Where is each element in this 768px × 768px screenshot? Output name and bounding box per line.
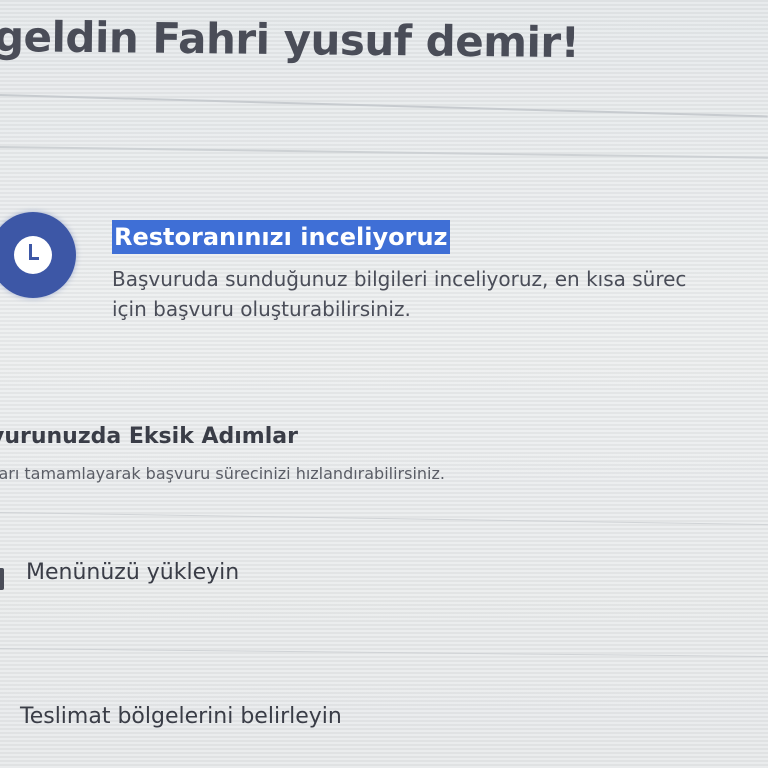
- missing-steps-description: ları tamamlayarak başvuru sürecinizi hız…: [0, 464, 445, 483]
- clock-hands: [29, 244, 39, 260]
- clock-icon: [0, 212, 76, 298]
- status-description: Başvuruda sunduğunuz bilgileri inceliyor…: [112, 264, 768, 324]
- clock-face: [14, 236, 52, 274]
- step-marker: [0, 568, 4, 590]
- step-label: Menünüzü yükleyin: [26, 560, 240, 585]
- step-delivery-zones[interactable]: Teslimat bölgelerini belirleyin: [0, 690, 768, 750]
- missing-steps-title: vurunuzda Eksik Adımlar: [0, 424, 298, 449]
- status-title: Restoranınızı inceliyoruz: [112, 220, 450, 254]
- status-description-line: için başvuru oluşturabilirsiniz.: [112, 297, 411, 321]
- step-label: Teslimat bölgelerini belirleyin: [20, 704, 342, 729]
- step-upload-menu[interactable]: Menünüzü yükleyin: [0, 548, 768, 608]
- welcome-heading: geldin Fahri yusuf demir!: [0, 12, 580, 68]
- status-description-line: Başvuruda sunduğunuz bilgileri inceliyor…: [112, 267, 687, 291]
- application-status-card: Restoranınızı inceliyoruz Başvuruda sund…: [0, 200, 768, 350]
